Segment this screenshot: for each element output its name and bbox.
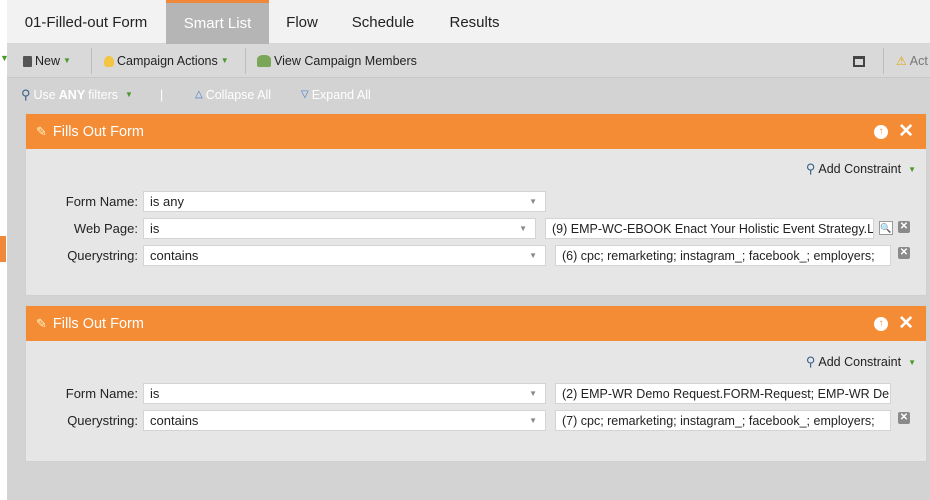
filter-card: ✎ Fills Out Form ↑ ✕ ⚲ Add Constraint ▼ … (25, 113, 927, 296)
querystring-value-field[interactable]: (7) cpc; remarketing; instagram_; facebo… (555, 410, 891, 431)
campaign-actions-button[interactable]: Campaign Actions ▼ (104, 44, 229, 78)
document-icon (23, 55, 32, 67)
campaign-actions-label: Campaign Actions (117, 54, 218, 68)
chevron-down-icon: ▼ (529, 416, 537, 425)
web-page-value-field[interactable]: (9) EMP-WC-EBOOK Enact Your Holistic Eve… (545, 218, 874, 239)
filterbar-separator: | (160, 88, 164, 102)
smart-list-canvas: ⚲ Use ANY filters ▼ | △ Collapse All ▽ E… (7, 78, 930, 500)
dropdown-triangle-icon: ▼ (908, 164, 916, 174)
act-button[interactable]: ⚠ Act (896, 44, 928, 78)
operator-value: is (150, 386, 160, 401)
trigger-wand-icon: ✎ (36, 315, 47, 331)
form-name-label: Form Name: (65, 386, 138, 401)
filter-header[interactable]: ✎ Fills Out Form ↑ ✕ (26, 114, 926, 149)
operator-value: is (150, 221, 160, 236)
toolbar-divider (245, 48, 246, 74)
operator-value: contains (150, 248, 199, 263)
tab-schedule[interactable]: Schedule (337, 0, 429, 44)
operator-value: contains (150, 413, 199, 428)
selected-tree-marker (0, 236, 6, 262)
remove-constraint-icon[interactable]: ✕ (898, 247, 910, 259)
use-any-filters-button[interactable]: ⚲ Use ANY filters ▼ (21, 78, 133, 112)
use-label: Use (33, 88, 56, 102)
new-button[interactable]: New ▼ (23, 44, 71, 78)
new-label: New (35, 54, 61, 68)
move-up-icon[interactable]: ↑ (874, 316, 889, 331)
form-name-operator-select[interactable]: is any ▼ (143, 191, 546, 212)
collapse-all-label: Collapse All (205, 88, 272, 102)
close-icon[interactable]: ✕ (898, 122, 914, 141)
filter-title: Fills Out Form (52, 315, 144, 332)
querystring-operator-select[interactable]: contains ▼ (143, 410, 546, 431)
dropdown-triangle-icon: ▼ (125, 90, 133, 99)
view-members-label: View Campaign Members (274, 54, 417, 68)
tab-results[interactable]: Results (432, 0, 517, 44)
lightbulb-icon (104, 55, 114, 67)
form-name-value-field[interactable]: (2) EMP-WR Demo Request.FORM-Request; EM… (555, 383, 891, 404)
left-edge-strip: ▼ (0, 0, 9, 500)
act-label: Act (909, 54, 928, 68)
close-icon[interactable]: ✕ (898, 314, 914, 333)
window-button[interactable] (853, 44, 865, 78)
any-label: ANY (58, 88, 86, 102)
filter-header[interactable]: ✎ Fills Out Form ↑ ✕ (26, 306, 926, 341)
dropdown-triangle-icon: ▼ (908, 357, 916, 367)
expand-all-label: Expand All (311, 88, 371, 102)
filter-card: ✎ Fills Out Form ↑ ✕ ⚲ Add Constraint ▼ … (25, 305, 927, 462)
tab-flow[interactable]: Flow (269, 0, 335, 44)
dropdown-triangle-icon: ▼ (63, 56, 71, 65)
chevron-down-icon: ▼ (529, 251, 537, 260)
warning-icon: ⚠ (896, 54, 907, 68)
operator-value: is any (150, 194, 184, 209)
web-page-operator-select[interactable]: is ▼ (143, 218, 536, 239)
collapsed-triangle-icon: ▼ (0, 53, 9, 63)
web-page-label: Web Page: (73, 221, 138, 236)
chevron-down-icon: ▼ (519, 224, 527, 233)
window-icon (853, 55, 865, 67)
funnel-icon: ⚲ (805, 354, 816, 369)
toolbar: New ▼ Campaign Actions ▼ View Campaign M… (7, 44, 930, 78)
form-name-operator-select[interactable]: is ▼ (143, 383, 546, 404)
toolbar-divider (91, 48, 92, 74)
funnel-icon: ⚲ (805, 161, 816, 176)
collapse-triangle-icon: △ (195, 89, 203, 100)
tab-program-name[interactable]: 01-Filled-out Form (7, 0, 165, 44)
people-icon (257, 55, 271, 67)
remove-constraint-icon[interactable]: ✕ (898, 221, 910, 233)
chevron-down-icon: ▼ (529, 197, 537, 206)
filters-label: filters (88, 88, 119, 102)
expand-all-button[interactable]: ▽ Expand All (301, 78, 371, 112)
add-constraint-label: Add Constraint (818, 355, 902, 369)
querystring-label: Querystring: (67, 413, 138, 428)
remove-constraint-icon[interactable]: ✕ (898, 412, 910, 424)
querystring-operator-select[interactable]: contains ▼ (143, 245, 546, 266)
funnel-icon: ⚲ (21, 87, 31, 102)
view-campaign-members-button[interactable]: View Campaign Members (257, 44, 417, 78)
form-name-label: Form Name: (65, 194, 138, 209)
collapse-all-button[interactable]: △ Collapse All (195, 78, 271, 112)
add-constraint-label: Add Constraint (818, 162, 902, 176)
move-up-icon[interactable]: ↑ (874, 124, 889, 139)
tab-smart-list[interactable]: Smart List (166, 0, 269, 44)
expand-triangle-icon: ▽ (301, 89, 309, 100)
toolbar-divider (883, 48, 884, 74)
filter-title: Fills Out Form (52, 123, 144, 140)
querystring-value-field[interactable]: (6) cpc; remarketing; instagram_; facebo… (555, 245, 891, 266)
dropdown-triangle-icon: ▼ (220, 56, 229, 65)
add-constraint-button[interactable]: ⚲ Add Constraint ▼ (806, 161, 916, 177)
querystring-label: Querystring: (67, 248, 138, 263)
add-constraint-button[interactable]: ⚲ Add Constraint ▼ (806, 354, 916, 370)
trigger-wand-icon: ✎ (36, 123, 47, 139)
lookup-icon[interactable]: 🔍 (879, 221, 893, 235)
chevron-down-icon: ▼ (529, 389, 537, 398)
filter-logic-bar: ⚲ Use ANY filters ▼ | △ Collapse All ▽ E… (7, 78, 930, 112)
tab-bar: 01-Filled-out Form Smart List Flow Sched… (7, 0, 930, 44)
